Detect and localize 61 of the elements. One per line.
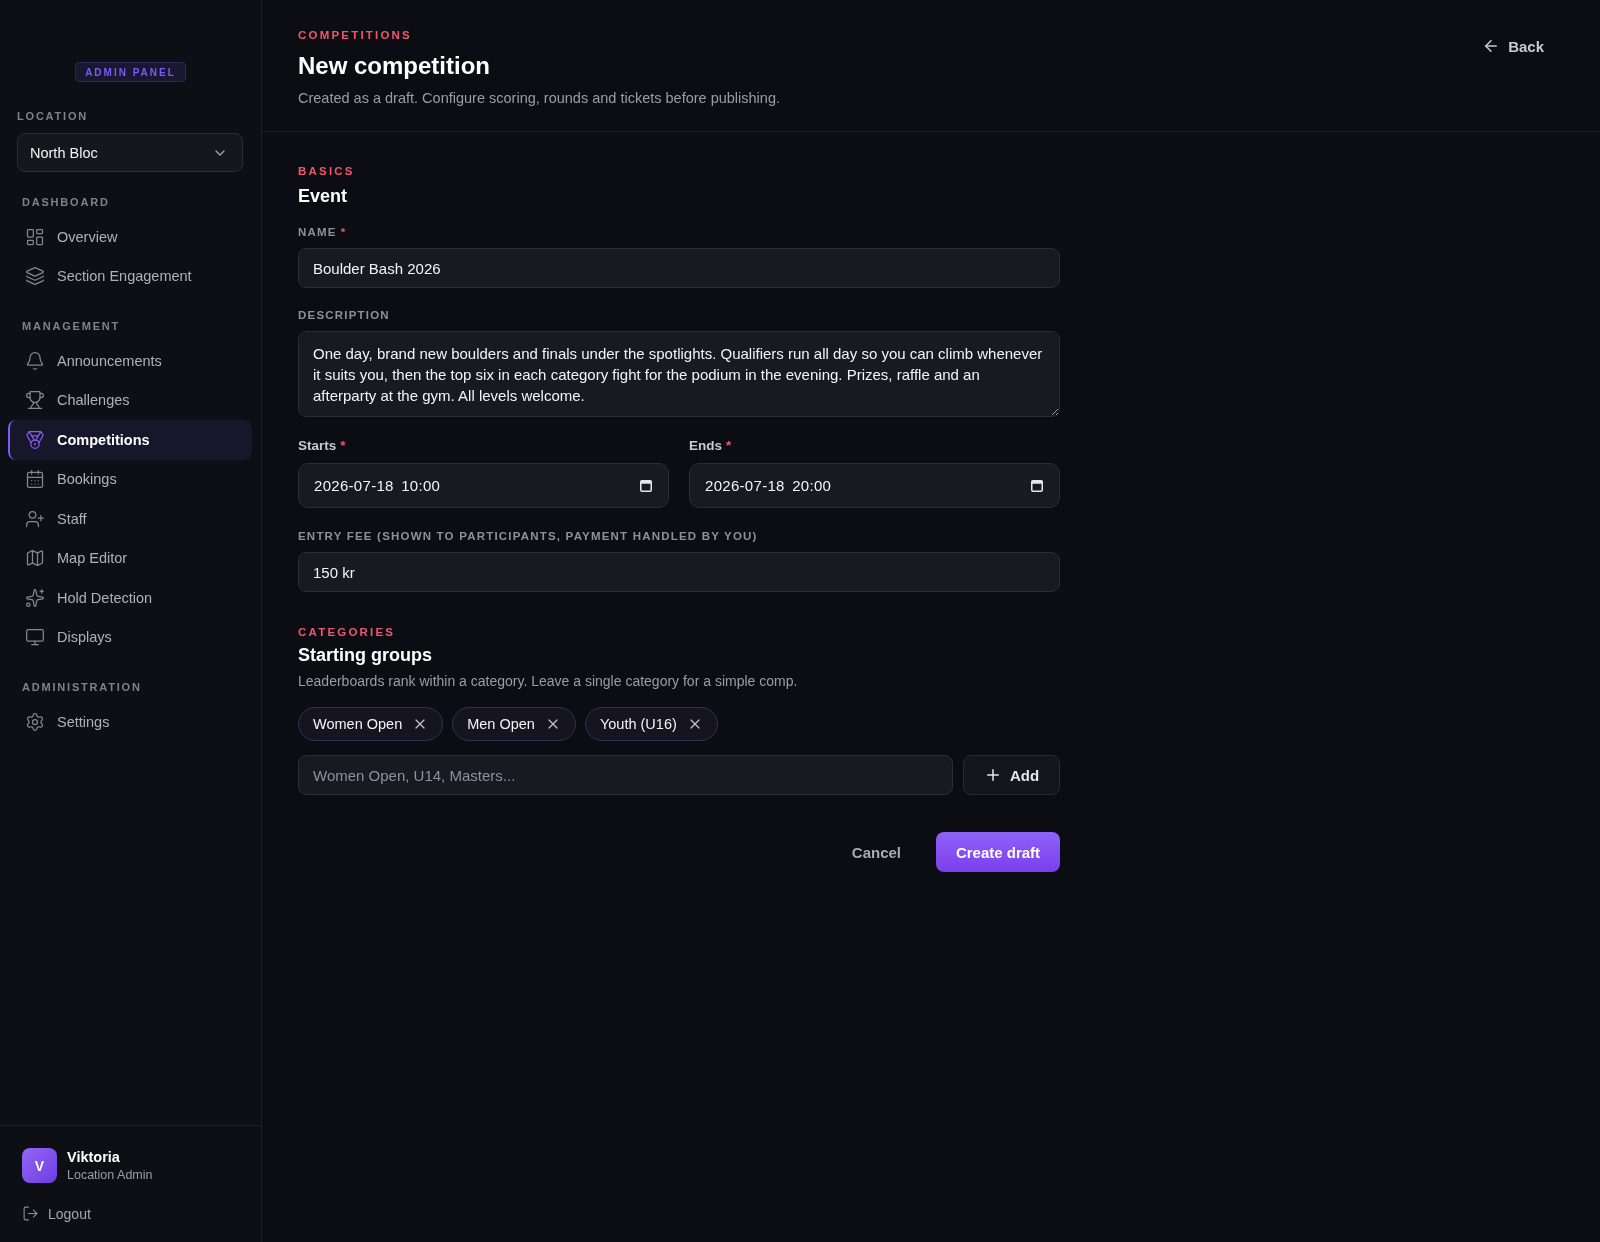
- field-label: Ends *: [689, 438, 733, 454]
- sidebar-item[interactable]: Map Editor: [8, 538, 252, 578]
- field-label: Starts *: [298, 438, 347, 454]
- layers-icon: [25, 266, 45, 287]
- sidebar-item[interactable]: Displays: [8, 617, 252, 657]
- sidebar-item[interactable]: Settings: [8, 702, 252, 742]
- page-eyebrow: COMPETITIONS: [298, 28, 412, 42]
- sidebar-item[interactable]: Announcements: [8, 341, 252, 381]
- panel-badge: ADMIN PANEL: [75, 62, 186, 82]
- sparkle-icon: [25, 587, 45, 608]
- map-icon: [25, 548, 45, 569]
- chip-label: Men Open: [467, 716, 535, 732]
- settings-icon: [25, 711, 45, 732]
- bell-icon: [25, 350, 45, 371]
- location-label: LOCATION: [17, 110, 90, 123]
- sidebar-item[interactable]: Bookings: [8, 459, 252, 499]
- chip-label: Women Open: [313, 716, 403, 732]
- user-role: Location Admin: [67, 1168, 153, 1182]
- chip-label: Youth (U16): [599, 716, 677, 732]
- logout-button[interactable]: Logout: [22, 1205, 91, 1222]
- location-select[interactable]: North Bloc: [17, 133, 243, 172]
- calendar-icon: [25, 469, 45, 490]
- section-description: Leaderboards rank within a category. Leave a single category for a simple comp.: [298, 672, 799, 691]
- section-title: Starting groups: [298, 644, 433, 667]
- name-input[interactable]: Boulder Bash 2026: [298, 248, 1060, 288]
- grid-icon: [25, 226, 45, 247]
- logout-icon: [22, 1205, 39, 1222]
- field-label: DESCRIPTION: [298, 308, 391, 322]
- nav-section-title: ADMINISTRATION: [21, 681, 143, 694]
- user-avatar: V: [22, 1148, 57, 1183]
- sidebar-item[interactable]: Challenges: [8, 380, 252, 420]
- trophy-icon: [25, 390, 45, 411]
- sidebar-item[interactable]: Competitions: [8, 420, 252, 460]
- back-button[interactable]: Back: [1482, 37, 1544, 55]
- create-draft-button[interactable]: Create draft: [936, 832, 1060, 872]
- datetime-field[interactable]: 2026-07-18 20:00: [689, 463, 1060, 508]
- section-title: Event: [298, 185, 349, 208]
- sidebar-item[interactable]: Staff: [8, 499, 252, 539]
- page-subtitle: Created as a draft. Configure scoring, rounds and tickets before publishing.: [298, 89, 780, 108]
- sidebar-item[interactable]: Overview: [8, 217, 252, 257]
- cancel-button[interactable]: Cancel: [835, 832, 917, 872]
- section-eyebrow: BASICS: [298, 164, 356, 178]
- entry-fee-input[interactable]: 150 kr: [298, 552, 1060, 592]
- field-label: ENTRY FEE (SHOWN TO PARTICIPANTS, PAYMENT HANDLED BY YOU): [298, 529, 759, 543]
- calendar-icon[interactable]: [640, 479, 652, 492]
- medal-icon: [25, 429, 45, 450]
- page-title: New competition: [298, 51, 490, 81]
- field-label: NAME *: [298, 225, 348, 239]
- user-plus-icon: [25, 508, 45, 529]
- monitor-icon: [25, 627, 45, 648]
- nav-section-title: DASHBOARD: [21, 196, 111, 209]
- category-input[interactable]: Women Open, U14, Masters...: [298, 755, 953, 795]
- description-textarea[interactable]: One day, brand new boulders and finals under the spotlights. Qualifiers run all day so you can climb whenever it suits you, then the top six in each category fight for the podium in the evening. Prizes, raffle and an afterparty at the gym. All levels welcome.: [298, 331, 1060, 417]
- section-eyebrow: CATEGORIES: [298, 625, 397, 639]
- sidebar-item[interactable]: Section Engagement: [8, 256, 252, 296]
- sidebar-item[interactable]: Hold Detection: [8, 578, 252, 618]
- user-name: Viktoria: [67, 1149, 121, 1165]
- nav-section-title: MANAGEMENT: [21, 320, 122, 333]
- add-button[interactable]: Add: [963, 755, 1060, 795]
- datetime-field[interactable]: 2026-07-18 10:00: [298, 463, 669, 508]
- calendar-icon[interactable]: [1031, 479, 1043, 492]
